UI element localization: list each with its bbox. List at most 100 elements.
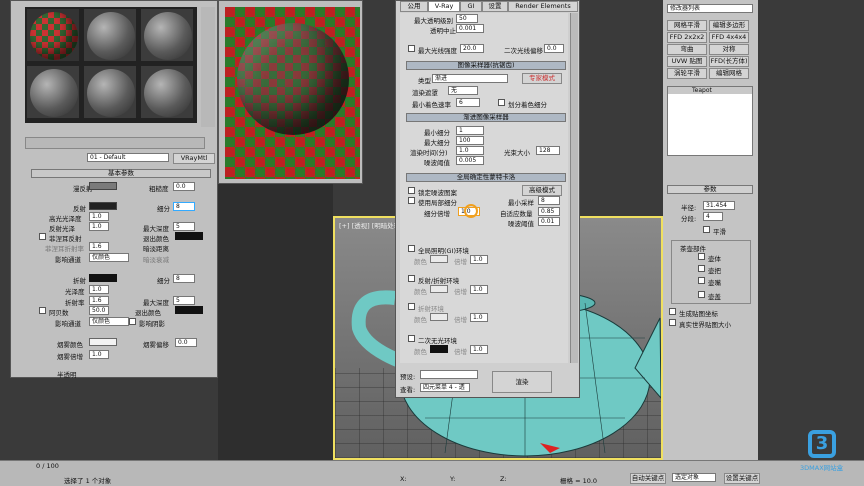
- modifier-btn-2[interactable]: 编辑多边形: [709, 20, 749, 31]
- radius-field[interactable]: 31.454: [703, 201, 735, 210]
- min-samples-field[interactable]: 8: [538, 196, 560, 205]
- lid-checkbox[interactable]: [698, 291, 705, 298]
- affect-ch-select[interactable]: 仅颜色: [89, 253, 129, 262]
- hilight-gloss-field[interactable]: 1.0: [89, 212, 109, 221]
- refr-subdiv-field[interactable]: 8: [173, 274, 195, 283]
- noise-thresh-field[interactable]: 0.005: [456, 156, 484, 165]
- refl-gloss-field[interactable]: 1.0: [89, 222, 109, 231]
- type-select[interactable]: 渐进: [432, 74, 508, 83]
- scrollbar[interactable]: [570, 13, 578, 363]
- diffuse-swatch[interactable]: [89, 182, 117, 190]
- ray-bundle-field[interactable]: 128: [536, 146, 560, 155]
- advanced-mode-button[interactable]: 高级模式: [522, 185, 562, 196]
- modifier-btn-3[interactable]: FFD 2x2x2: [667, 32, 707, 43]
- max-trans-level-field[interactable]: 50: [456, 14, 478, 23]
- max-ray-int-checkbox[interactable]: [408, 45, 415, 52]
- spout-checkbox[interactable]: [698, 277, 705, 284]
- abbe-checkbox[interactable]: [39, 307, 46, 314]
- lock-noise-checkbox[interactable]: [408, 187, 415, 194]
- render-mask-select[interactable]: 无: [448, 86, 478, 95]
- reflect-swatch[interactable]: [89, 202, 117, 210]
- sample-slot-6[interactable]: [140, 65, 194, 119]
- affect-shadows-checkbox[interactable]: [129, 318, 136, 325]
- viewport-label[interactable]: [+] [透视] [明暗处理]: [339, 220, 403, 230]
- autokey-button[interactable]: 自动关键点: [630, 473, 666, 484]
- env-gi-checkbox[interactable]: [408, 245, 415, 252]
- refract-swatch[interactable]: [89, 274, 117, 282]
- refr-exit-color-swatch[interactable]: [175, 306, 203, 314]
- fog-mult-field[interactable]: 1.0: [89, 350, 109, 359]
- sec-matte-color-swatch[interactable]: [430, 345, 448, 353]
- smooth-checkbox[interactable]: [703, 226, 710, 233]
- refl-env-mult-field[interactable]: 1.0: [470, 285, 488, 294]
- tab-settings[interactable]: 设置: [482, 1, 508, 12]
- material-type-button[interactable]: VRayMtl: [173, 153, 215, 164]
- min-subdiv-field[interactable]: 1: [456, 126, 484, 135]
- refl-env-color-swatch[interactable]: [430, 285, 448, 293]
- subdiv-color-sep-checkbox[interactable]: [498, 99, 505, 106]
- sec-matte-mult-field[interactable]: 1.0: [470, 345, 488, 354]
- sample-slot-4[interactable]: [26, 65, 80, 119]
- refr-env-checkbox[interactable]: [408, 303, 415, 310]
- modifier-btn-4[interactable]: FFD 4x4x4: [709, 32, 749, 43]
- tab-render-elements[interactable]: Render Elements: [508, 1, 578, 12]
- frame-counter[interactable]: 0 / 100: [36, 462, 59, 470]
- modifier-btn-1[interactable]: 网格平滑: [667, 20, 707, 31]
- refl-refr-env-checkbox[interactable]: [408, 275, 415, 282]
- refr-env-mult-field[interactable]: 1.0: [470, 313, 488, 322]
- tab-common[interactable]: 公用: [400, 1, 428, 12]
- modifier-btn-8[interactable]: FFD(长方体): [709, 56, 749, 67]
- sample-slot-3[interactable]: [140, 8, 194, 62]
- env-gi-mult-field[interactable]: 1.0: [470, 255, 488, 264]
- max-depth-field[interactable]: 5: [173, 222, 195, 231]
- img-sampler-rollout[interactable]: 图像采样器(抗锯齿): [406, 61, 566, 70]
- tab-vray[interactable]: V-Ray: [428, 1, 460, 12]
- expert-mode-button[interactable]: 专家模式: [522, 73, 562, 84]
- view-select[interactable]: 四元菜单 4 - 透: [420, 383, 470, 392]
- basic-params-rollout[interactable]: 基本参数: [31, 169, 211, 178]
- sample-slot-2[interactable]: [83, 8, 137, 62]
- render-time-field[interactable]: 1.0: [456, 146, 484, 155]
- min-shade-rate-field[interactable]: 6: [456, 98, 480, 107]
- subdiv-field[interactable]: 8: [173, 202, 195, 211]
- selection-set-select[interactable]: 选定对象: [672, 473, 716, 482]
- material-name-field[interactable]: 01 - Default: [87, 153, 169, 162]
- body-checkbox[interactable]: [698, 253, 705, 260]
- modifier-btn-5[interactable]: 弯曲: [667, 44, 707, 55]
- dmc-rollout[interactable]: 全局确定性蒙特卡洛: [406, 173, 566, 182]
- trans-cutoff-field[interactable]: 0.001: [456, 24, 484, 33]
- modifier-btn-6[interactable]: 对称: [709, 44, 749, 55]
- fresnel-checkbox[interactable]: [39, 233, 46, 240]
- sec-ray-bias-field[interactable]: 0.0: [544, 44, 564, 53]
- gen-map-checkbox[interactable]: [669, 308, 676, 315]
- exit-color-swatch[interactable]: [175, 232, 203, 240]
- modifier-stack[interactable]: Teapot: [667, 86, 753, 156]
- max-ray-int-field[interactable]: 20.0: [460, 44, 484, 53]
- modifier-btn-10[interactable]: 编辑网格: [709, 68, 749, 79]
- refr-affect-ch-select[interactable]: 仅颜色: [89, 317, 129, 326]
- sample-slot-1[interactable]: [26, 8, 80, 62]
- real-world-checkbox[interactable]: [669, 319, 676, 326]
- refr-env-color-swatch[interactable]: [430, 313, 448, 321]
- modifier-btn-7[interactable]: UVW 贴图: [667, 56, 707, 67]
- render-button[interactable]: 渲染: [492, 371, 552, 393]
- fog-bias-field[interactable]: 0.0: [175, 338, 197, 347]
- fresnel-ior-field[interactable]: 1.6: [89, 242, 109, 251]
- adapt-amount-field[interactable]: 0.85: [538, 207, 560, 216]
- prog-sampler-rollout[interactable]: 渐进图像采样器: [406, 113, 566, 122]
- env-gi-color-swatch[interactable]: [430, 255, 448, 263]
- sample-slot-5[interactable]: [83, 65, 137, 119]
- abbe-field[interactable]: 50.0: [89, 306, 109, 315]
- sec-matte-checkbox[interactable]: [408, 335, 415, 342]
- ior-field[interactable]: 1.6: [89, 296, 109, 305]
- params-rollout[interactable]: 参数: [667, 185, 753, 194]
- roughness-field[interactable]: 0.0: [173, 182, 195, 191]
- modifier-btn-9[interactable]: 涡轮平滑: [667, 68, 707, 79]
- use-local-subdiv-checkbox[interactable]: [408, 197, 415, 204]
- max-subdiv-field[interactable]: 100: [456, 136, 484, 145]
- preset-select[interactable]: [420, 370, 478, 379]
- handle-checkbox[interactable]: [698, 265, 705, 272]
- tab-gi[interactable]: GI: [460, 1, 482, 12]
- fog-color-swatch[interactable]: [89, 338, 117, 346]
- noise-thresh2-field[interactable]: 0.01: [538, 217, 560, 226]
